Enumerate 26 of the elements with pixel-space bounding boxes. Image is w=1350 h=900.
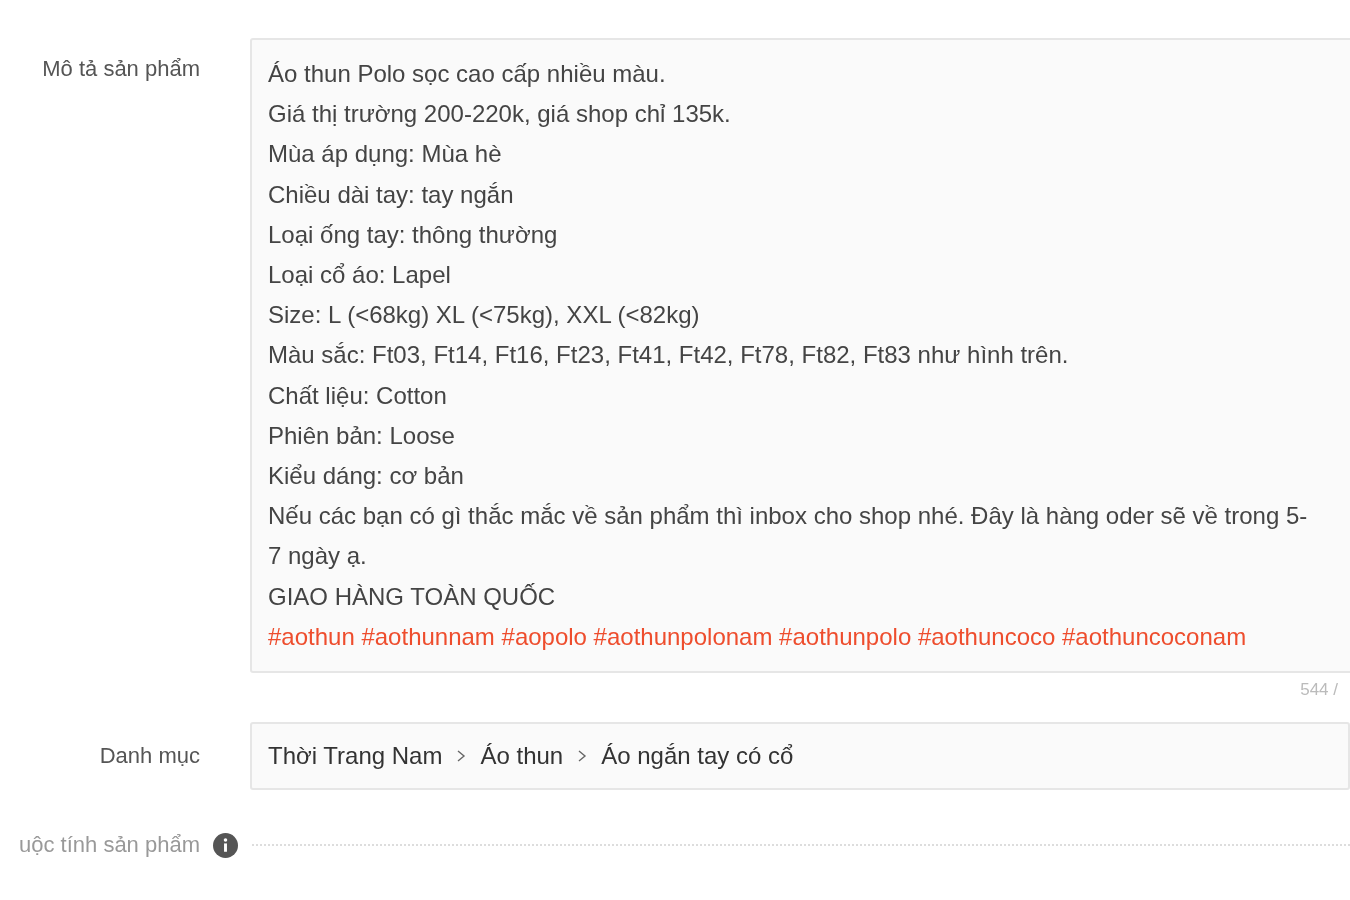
description-field[interactable] bbox=[250, 38, 1350, 674]
description-line: Size: L (<68kg) XL (<75kg), XXL (<82kg) bbox=[268, 300, 701, 331]
category-path-item: Áo ngắn tay có cổ bbox=[601, 742, 794, 771]
info-icon[interactable] bbox=[213, 832, 238, 858]
field-label: Mô tả sản phẩm bbox=[41, 55, 200, 83]
chevron-icon bbox=[456, 749, 467, 764]
description-line: Phiên bản: Loose bbox=[268, 420, 456, 451]
category-selector[interactable]: Thời Trang Nam Áo thun Áo ngắn tay có cổ bbox=[250, 722, 1350, 791]
section-label: uộc tính sản phẩm bbox=[18, 832, 200, 859]
description-line: Loại ống tay: thông thường bbox=[268, 219, 559, 250]
hashtag-line: #aothun #aothunnam #aopolo #aothunpolonam #aothunpolo #aothuncoco #aothuncoconam bbox=[268, 621, 1248, 652]
description-line: Màu sắc: Ft03, Ft14, Ft16, Ft23, Ft41, Ft42, Ft78, Ft82, Ft83 như hình trên. bbox=[268, 340, 1070, 371]
description-line: Giá thị trường 200-220k, giá shop chỉ 135k. bbox=[268, 99, 732, 130]
description-line: Nếu các bạn có gì thắc mắc về sản phẩm thì inbox cho shop nhé. Đây là hàng oder sẽ về trong 5-7 ngày ạ. bbox=[268, 501, 1309, 572]
description-line: Áo thun Polo sọc cao cấp nhiều màu. bbox=[268, 59, 667, 89]
character-counter: 544 / bbox=[1300, 680, 1338, 701]
description-line: Chiều dài tay: tay ngắn bbox=[268, 179, 515, 210]
description-line: Mùa áp dụng: Mùa hè bbox=[268, 139, 503, 170]
field-label: Danh mục bbox=[98, 743, 200, 770]
description-line: Chất liệu: Cotton bbox=[268, 380, 448, 411]
description-line: Loại cổ áo: Lapel bbox=[268, 260, 452, 290]
category-path-item: Thời Trang Nam bbox=[268, 742, 443, 771]
description-line: GIAO HÀNG TOÀN QUỐC bbox=[268, 581, 557, 612]
category-path-item: Áo thun bbox=[480, 742, 564, 771]
description-line: Kiểu dáng: cơ bản bbox=[268, 461, 465, 492]
chevron-icon bbox=[577, 749, 588, 764]
